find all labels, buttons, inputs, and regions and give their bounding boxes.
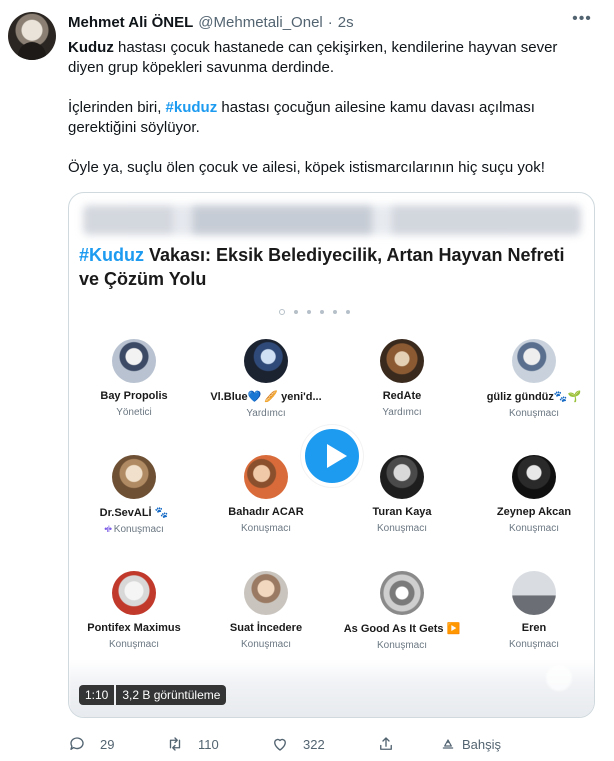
participant: Dr.SevALİ 🐾 •ıl• Konuşmacı	[69, 455, 199, 535]
microphone-icon: •ıl•	[104, 524, 112, 534]
blurred-header	[83, 205, 581, 235]
participant: As Good As It Gets ▶️ Konuşmacı	[337, 571, 467, 651]
participant-role: Konuşmacı	[508, 639, 560, 650]
pager-dot-active	[279, 309, 285, 315]
pager-dot	[346, 310, 350, 314]
separator-dot: ·	[327, 13, 333, 31]
participant: Vl.Blue💙 🥖 yeni'd... Yardımcı	[201, 339, 331, 419]
author-handle[interactable]: @Mehmetali_Onel	[198, 14, 322, 31]
tweet-text: Kuduz hastası çocuk hastanede can çekişi…	[68, 38, 588, 198]
participant-avatar	[512, 339, 556, 383]
video-badges: 1:10 3,2 B görüntüleme	[79, 685, 227, 705]
participant-avatar	[380, 455, 424, 499]
tip-icon	[442, 739, 454, 749]
more-horizontal-icon[interactable]: •••	[572, 11, 592, 32]
participant-name: Bay Propolis	[100, 390, 168, 402]
pager-dot	[333, 310, 337, 314]
participant-avatar	[112, 339, 156, 383]
participant-role: Konuşmacı	[376, 640, 428, 651]
tweet-actions: 29 110 322 Bahşiş	[68, 734, 528, 754]
participant-name: As Good As It Gets ▶️	[343, 623, 461, 635]
bold-word: Kuduz	[68, 39, 114, 56]
paragraph-text: hastası çocuk hastanede can çekişirken, …	[68, 39, 558, 76]
participant: Suat İncedere Konuşmacı	[201, 571, 331, 650]
like-button[interactable]: 322	[271, 734, 325, 754]
tip-label: Bahşiş	[462, 736, 502, 752]
tweet-header: Mehmet Ali ÖNEL @Mehmetali_Onel · 2s	[68, 12, 354, 32]
tweet-timestamp[interactable]: 2s	[338, 14, 354, 31]
participant-role: •ıl• Konuşmacı	[69, 524, 199, 535]
participant-name: Vl.Blue💙 🥖 yeni'd...	[210, 391, 322, 403]
participant-name: Dr.SevALİ 🐾	[99, 507, 169, 519]
participant-role: Konuşmacı	[376, 523, 428, 534]
tweet-paragraph-2: İçlerinden biri, #kuduz hastası çocuğun …	[68, 98, 588, 138]
participant-role: Konuşmacı	[508, 408, 560, 419]
participant-avatar	[244, 455, 288, 499]
author-avatar[interactable]	[8, 12, 56, 60]
participant-name: Bahadır ACAR	[228, 506, 304, 518]
retweet-icon	[169, 737, 181, 751]
retweet-count: 110	[198, 736, 219, 752]
participant: Pontifex Maximus Konuşmacı	[69, 571, 199, 650]
play-button[interactable]	[301, 425, 363, 487]
reply-button[interactable]: 29	[68, 734, 114, 754]
participant-name: Turan Kaya	[372, 506, 432, 518]
reply-count: 29	[100, 736, 115, 752]
retweet-button[interactable]: 110	[166, 734, 219, 754]
participant-name: güliz gündüz🐾🌱	[486, 391, 582, 403]
pager-dot	[320, 310, 324, 314]
pager-dot	[307, 310, 311, 314]
video-duration: 1:10	[79, 685, 115, 705]
participant-role: Yardımcı	[382, 407, 422, 418]
participant-avatar	[380, 571, 424, 615]
author-display-name[interactable]: Mehmet Ali ÖNEL	[68, 14, 193, 31]
participant-name: Pontifex Maximus	[87, 622, 181, 634]
participant-avatar	[244, 339, 288, 383]
tip-button[interactable]: Bahşiş	[440, 734, 501, 754]
like-count: 322	[303, 736, 325, 752]
paragraph-text: İçlerinden biri,	[68, 99, 166, 116]
share-icon	[380, 737, 392, 750]
share-button[interactable]	[377, 734, 395, 754]
participant: Zeynep Akcan Konuşmacı	[469, 455, 594, 534]
tweet[interactable]: Mehmet Ali ÖNEL @Mehmetali_Onel · 2s •••…	[0, 0, 614, 761]
pager-dot	[294, 310, 298, 314]
participant-role-text: Konuşmacı	[113, 524, 164, 535]
participant-avatar	[244, 571, 288, 615]
view-count: 3,2 B görüntüleme	[116, 685, 227, 705]
participant-role: Konuşmacı	[508, 523, 560, 534]
participant-role: Yönetici	[116, 407, 152, 418]
participant-role: Konuşmacı	[240, 523, 292, 534]
participant: güliz gündüz🐾🌱 Konuşmacı	[469, 339, 594, 419]
participant-name: Suat İncedere	[229, 622, 303, 634]
carousel-pager	[279, 309, 350, 315]
reply-icon	[70, 737, 84, 750]
video-media[interactable]: #Kuduz Vakası: Eksik Belediyecilik, Arta…	[68, 192, 595, 718]
heart-icon	[274, 738, 286, 751]
participant-name: Eren	[521, 622, 547, 634]
participant: Bay Propolis Yönetici	[69, 339, 199, 418]
blurred-corner-icon	[546, 665, 572, 691]
participant: Eren Konuşmacı	[469, 571, 594, 650]
participant-avatar	[512, 455, 556, 499]
participant-avatar	[380, 339, 424, 383]
tweet-paragraph-1: Kuduz hastası çocuk hastanede can çekişi…	[68, 38, 588, 78]
participant-avatar	[512, 571, 556, 615]
participant-name: RedAte	[382, 390, 422, 402]
participant-role: Konuşmacı	[108, 639, 160, 650]
participant-avatar	[112, 571, 156, 615]
space-title-text: Vakası: Eksik Belediyecilik, Artan Hayva…	[79, 245, 565, 289]
hashtag-link[interactable]: #kuduz	[166, 99, 218, 116]
participant: RedAte Yardımcı	[337, 339, 467, 418]
space-title-hashtag: #Kuduz	[79, 245, 144, 265]
participant-role: Konuşmacı	[240, 639, 292, 650]
participant-name: Zeynep Akcan	[496, 506, 572, 518]
tweet-paragraph-3: Öyle ya, suçlu ölen çocuk ve ailesi, köp…	[68, 159, 545, 176]
participant-role: Yardımcı	[246, 408, 286, 419]
participant-avatar	[112, 455, 156, 499]
space-title: #Kuduz Vakası: Eksik Belediyecilik, Arta…	[69, 243, 594, 291]
